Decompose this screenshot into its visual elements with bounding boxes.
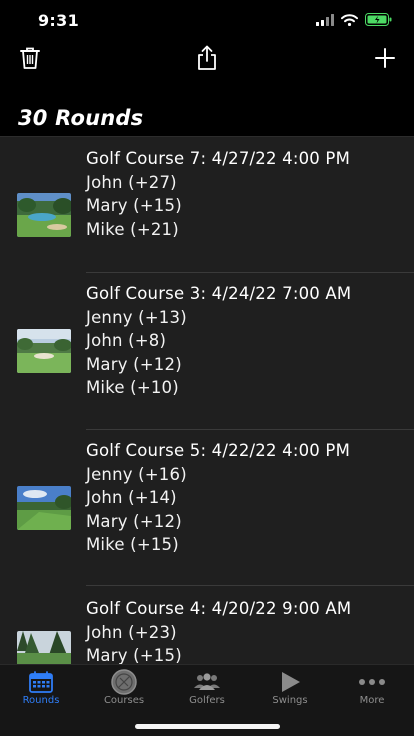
course-thumbnail	[17, 631, 71, 664]
player-score: Mary (+15)	[86, 196, 182, 215]
course-thumbnail	[17, 193, 71, 237]
home-indicator	[135, 724, 280, 729]
trash-icon	[19, 46, 41, 74]
row-divider	[86, 429, 414, 430]
toolbar	[0, 44, 414, 80]
tab-courses[interactable]: Courses	[83, 665, 165, 713]
play-icon	[275, 669, 305, 695]
rounds-list[interactable]: Golf Course 7: 4/27/22 4:00 PM John (+27…	[0, 136, 414, 664]
round-title: Golf Course 7: 4/27/22 4:00 PM	[86, 149, 351, 168]
player-score: Mary (+12)	[86, 354, 182, 374]
row-divider	[86, 585, 414, 586]
player-score: Jenny (+16)	[86, 464, 187, 484]
share-button[interactable]	[192, 44, 222, 76]
tab-more[interactable]: More	[331, 665, 413, 713]
share-icon	[196, 45, 218, 75]
golf-ball-icon	[109, 669, 139, 695]
status-bar: 9:31	[0, 0, 414, 44]
wifi-icon	[341, 11, 358, 30]
tab-label: Courses	[103, 695, 145, 706]
delete-button[interactable]	[15, 44, 45, 76]
player-score: John (+27)	[86, 172, 177, 192]
status-icons	[316, 11, 392, 30]
round-title: Golf Course 4: 4/20/22 9:00 AM	[86, 599, 352, 618]
round-details: Golf Course 5: 4/22/22 4:00 PM Jenny (+1…	[86, 439, 406, 557]
tab-rounds[interactable]: Rounds	[0, 665, 82, 713]
player-score: Mike (+15)	[86, 535, 179, 554]
player-score: John (+23)	[86, 622, 177, 642]
round-title: Golf Course 5: 4/22/22 4:00 PM	[86, 441, 351, 460]
player-score: John (+14)	[86, 488, 177, 507]
plus-icon	[374, 47, 396, 73]
add-round-button[interactable]	[370, 44, 400, 76]
round-details: Golf Course 3: 4/24/22 7:00 AM Jenny (+1…	[86, 282, 406, 400]
tab-label: Golfers	[189, 695, 225, 706]
tab-label: Swings	[272, 695, 308, 706]
people-icon	[192, 669, 222, 695]
course-thumbnail	[17, 329, 71, 373]
more-icon	[357, 669, 387, 695]
tab-label: Rounds	[22, 695, 60, 706]
battery-icon	[365, 11, 392, 30]
tab-golfers[interactable]: Golfers	[166, 665, 248, 713]
page-title: 30 Rounds	[18, 106, 144, 130]
round-title: Golf Course 3: 4/24/22 7:00 AM	[86, 284, 352, 303]
player-score: Mike (+10)	[86, 378, 179, 397]
tab-swings[interactable]: Swings	[249, 665, 331, 713]
calendar-icon	[26, 669, 56, 695]
player-score: Mary (+12)	[86, 511, 182, 531]
player-score: Mike (+21)	[86, 219, 179, 239]
player-score: Mary (+15)	[86, 646, 182, 664]
row-divider	[86, 272, 414, 273]
tab-label: More	[359, 695, 385, 706]
round-details: Golf Course 4: 4/20/22 9:00 AM John (+23…	[86, 597, 406, 664]
player-score: Jenny (+13)	[86, 307, 187, 327]
signal-icon	[316, 11, 334, 30]
round-details: Golf Course 7: 4/27/22 4:00 PM John (+27…	[86, 147, 406, 241]
status-time: 9:31	[38, 11, 79, 30]
course-thumbnail	[17, 486, 71, 530]
player-score: John (+8)	[86, 331, 167, 350]
